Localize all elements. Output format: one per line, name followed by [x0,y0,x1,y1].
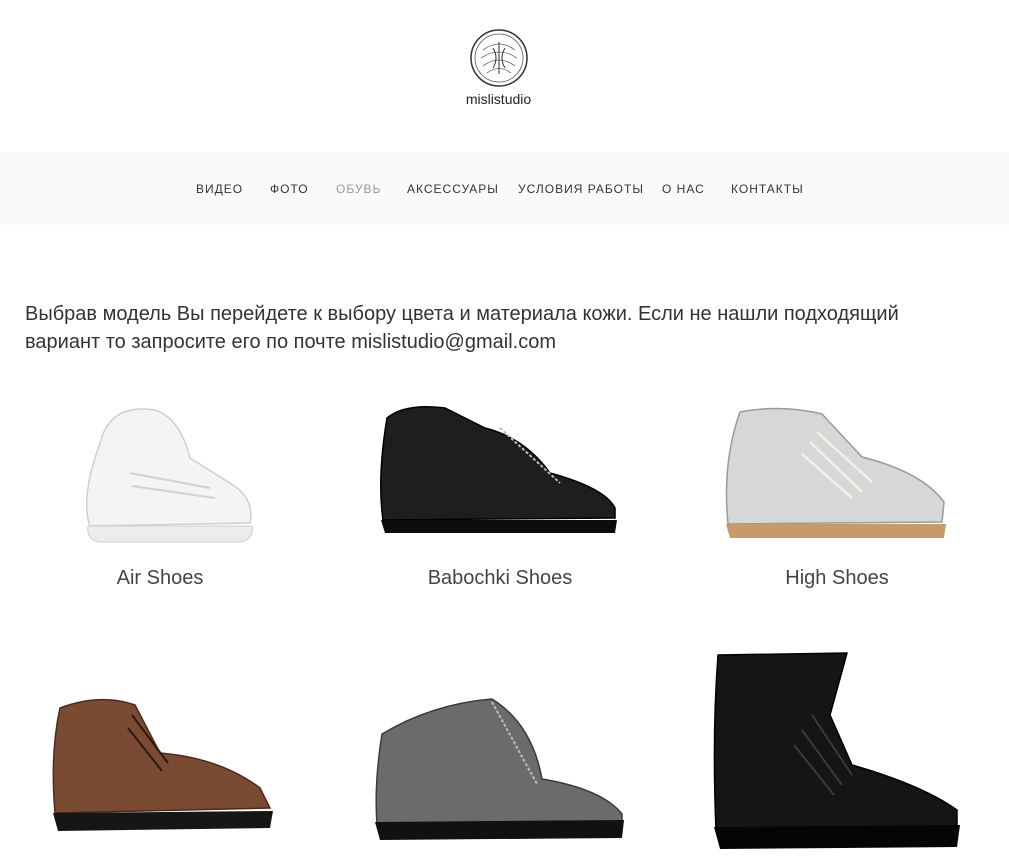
nav-item-about[interactable]: О НАС [662,182,705,196]
nav-item-photo[interactable]: ФОТО [270,182,309,196]
product-card-black-high-boot[interactable] [712,645,962,850]
nav-item-video[interactable]: ВИДЕО [196,182,243,196]
product-name-high-shoes[interactable]: High Shoes [742,567,932,590]
silver-lace-up-boot-image [725,407,946,538]
product-name-air-shoes[interactable]: Air Shoes [70,567,250,590]
brand-name[interactable]: mislistudio [0,91,997,107]
product-card-brown-boot[interactable] [50,693,275,843]
site-header: mislistudio [0,0,1009,152]
nav-item-accessories[interactable]: АКСЕССУАРЫ [407,182,499,196]
circular-emblem-logo-icon[interactable] [469,28,529,88]
brown-lace-up-boot-image [52,698,273,831]
product-name-babochki-shoes[interactable]: Babochki Shoes [400,567,600,590]
intro-text: Выбрав модель Вы перейдете к выбору цвет… [25,300,985,356]
product-card-babochki-shoes[interactable] [375,398,620,538]
product-card-air-shoes[interactable] [70,398,260,548]
nav-item-terms[interactable]: УСЛОВИЯ РАБОТЫ [518,182,644,196]
black-high-lace-up-boot-image [713,652,960,849]
product-card-high-shoes[interactable] [722,402,952,544]
product-card-grey-boot[interactable] [372,694,627,844]
black-zip-ankle-boot-image [380,406,617,533]
main-navigation: ВИДЕО ФОТО ОБУВЬ АКСЕССУАРЫ УСЛОВИЯ РАБО… [0,152,1009,225]
nav-item-contacts[interactable]: КОНТАКТЫ [731,182,804,196]
white-high-top-shoe-image [85,408,253,543]
intro-line-1: Выбрав модель Вы перейдете к выбору цвет… [25,303,899,325]
nav-item-shoes[interactable]: ОБУВЬ [336,182,381,196]
grey-zip-ankle-boot-image [375,698,624,840]
intro-line-2: вариант то запросите его по почте mislis… [25,331,556,353]
